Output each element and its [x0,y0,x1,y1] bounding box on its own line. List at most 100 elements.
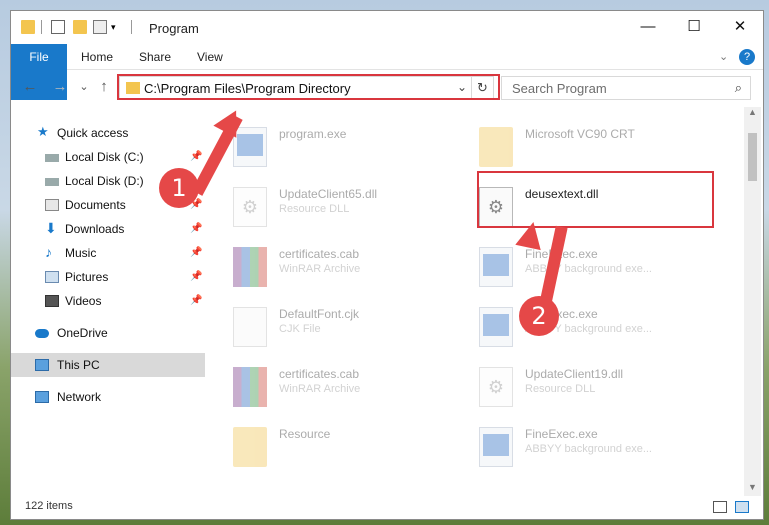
sidebar-item-this-pc[interactable]: This PC [11,353,205,377]
file-item[interactable]: certificates.cab WinRAR Archive [233,241,463,297]
file-item[interactable]: certificates.cab WinRAR Archive [233,361,463,417]
pictures-icon [45,271,59,283]
file-type: Resource DLL [279,203,350,215]
download-icon: ⬇ [45,220,57,236]
file-item[interactable]: program.exe [233,121,463,177]
file-item[interactable]: DefaultFont.cjk CJK File [233,301,463,357]
sidebar-item-network[interactable]: Network [11,385,205,409]
drive-icon [45,178,59,186]
sidebar-item-label: Quick access [57,126,129,140]
archive-file-icon [233,367,267,407]
scroll-up-arrow-icon[interactable]: ▲ [744,107,761,121]
file-name: DefaultFont.cjk [279,307,360,321]
folder-icon [21,20,35,34]
window-title: Program [149,21,199,36]
sidebar-item-label: Downloads [65,222,125,236]
sidebar-item-label: Local Disk (C:) [65,150,144,164]
pin-icon[interactable]: 📌 [190,217,202,241]
pin-icon[interactable]: 📌 [190,145,202,169]
drive-icon [45,154,59,162]
documents-icon [45,199,59,211]
pin-icon[interactable]: 📌 [190,241,202,265]
separator [41,20,42,34]
tab-share[interactable]: Share [139,44,171,70]
search-box[interactable]: Search Program ⌕ [501,76,751,100]
tab-home[interactable]: Home [81,44,113,70]
file-type: WinRAR Archive [279,263,361,275]
separator [131,20,132,34]
file-name: UpdateClient65.dll [279,187,378,201]
file-list: program.exe Microsoft VC90 CRT ⚙ UpdateC… [207,107,743,496]
sidebar-item-local-disk-c[interactable]: Local Disk (C:) 📌 [11,145,205,169]
file-type: ABBYY background exe... [525,443,652,455]
recent-locations-button[interactable]: ⌄ [73,76,95,98]
file-name: certificates.cab [279,367,360,381]
details-view-icon[interactable] [713,501,727,513]
file-item[interactable]: FineExec.exe ABBYY background exe... [479,421,709,477]
customize-icon[interactable] [93,20,107,34]
new-folder-icon[interactable] [73,20,87,34]
sidebar-item-videos[interactable]: Videos 📌 [11,289,205,313]
large-icons-view-icon[interactable] [735,501,749,513]
sidebar-item-downloads[interactable]: ⬇ Downloads 📌 [11,217,205,241]
file-name: Resource [279,427,331,441]
archive-file-icon [233,247,267,287]
annotation-arrowhead-2 [515,219,547,251]
vertical-scrollbar[interactable]: ▲ ▼ [744,107,761,496]
search-input[interactable]: Search Program [512,81,607,96]
search-icon[interactable]: ⌕ [735,80,742,96]
address-highlight-box [117,74,500,100]
up-button[interactable]: ↑ [93,76,115,98]
pin-icon[interactable]: 📌 [190,289,202,313]
document-file-icon [233,307,267,347]
help-icon[interactable]: ? [739,49,755,65]
step-badge-2: 2 [519,296,559,336]
file-type: Resource DLL [525,383,596,395]
step-badge-1: 1 [159,168,199,208]
file-item[interactable]: ⚙ UpdateClient65.dll Resource DLL [233,181,463,237]
file-item[interactable]: Resource [233,421,463,477]
close-button[interactable]: ✕ [717,11,763,44]
exe-file-icon [479,247,513,287]
forward-button[interactable]: → [49,76,71,98]
file-name: UpdateClient19.dll [525,367,624,381]
minimize-button[interactable]: — [625,11,671,44]
back-button[interactable]: ← [19,76,41,98]
sidebar-item-label: Pictures [65,270,109,284]
file-name: program.exe [279,127,347,141]
network-icon [35,391,49,403]
item-count: 122 items [25,500,73,512]
maximize-button[interactable]: ☐ [671,11,717,44]
sidebar-item-label: Documents [65,198,126,212]
sidebar-item-onedrive[interactable]: OneDrive [11,321,205,345]
file-item[interactable]: Microsoft VC90 CRT [479,121,709,177]
exe-file-icon [479,427,513,467]
file-item[interactable]: FineExec.exe ABBYY background exe... [479,301,709,357]
expand-ribbon-icon[interactable]: ⌄ [719,44,728,70]
tab-view[interactable]: View [197,44,223,70]
star-icon: ★ [37,124,49,139]
scroll-down-arrow-icon[interactable]: ▼ [744,482,761,496]
file-item[interactable]: ⚙ UpdateClient19.dll Resource DLL [479,361,709,417]
file-type: WinRAR Archive [279,383,361,395]
explorer-window: ▾ Program — ☐ ✕ File Home Share View ⌄ ?… [10,10,764,520]
chevron-down-icon[interactable]: ▾ [111,20,121,34]
sidebar-item-pictures[interactable]: Pictures 📌 [11,265,205,289]
sidebar-item-quick-access[interactable]: ★ Quick access [11,121,205,145]
pin-icon[interactable]: 📌 [190,265,202,289]
dll-file-icon: ⚙ [479,367,513,407]
navigation-pane: ★ Quick access Local Disk (C:) 📌 Local D… [11,107,205,496]
exe-file-icon [479,307,513,347]
file-type: CJK File [279,323,321,335]
folder-icon [479,127,513,167]
file-item[interactable]: FineExec.exe ABBYY background exe... [479,241,709,297]
sidebar-item-music[interactable]: ♪ Music 📌 [11,241,205,265]
scrollbar-thumb[interactable] [748,133,757,181]
properties-icon[interactable] [51,20,65,34]
folder-icon [233,427,267,467]
computer-icon [35,359,49,371]
sidebar-item-label: This PC [57,358,100,372]
file-name: certificates.cab [279,247,360,261]
file-name: Microsoft VC90 CRT [525,127,635,141]
videos-icon [45,295,59,307]
